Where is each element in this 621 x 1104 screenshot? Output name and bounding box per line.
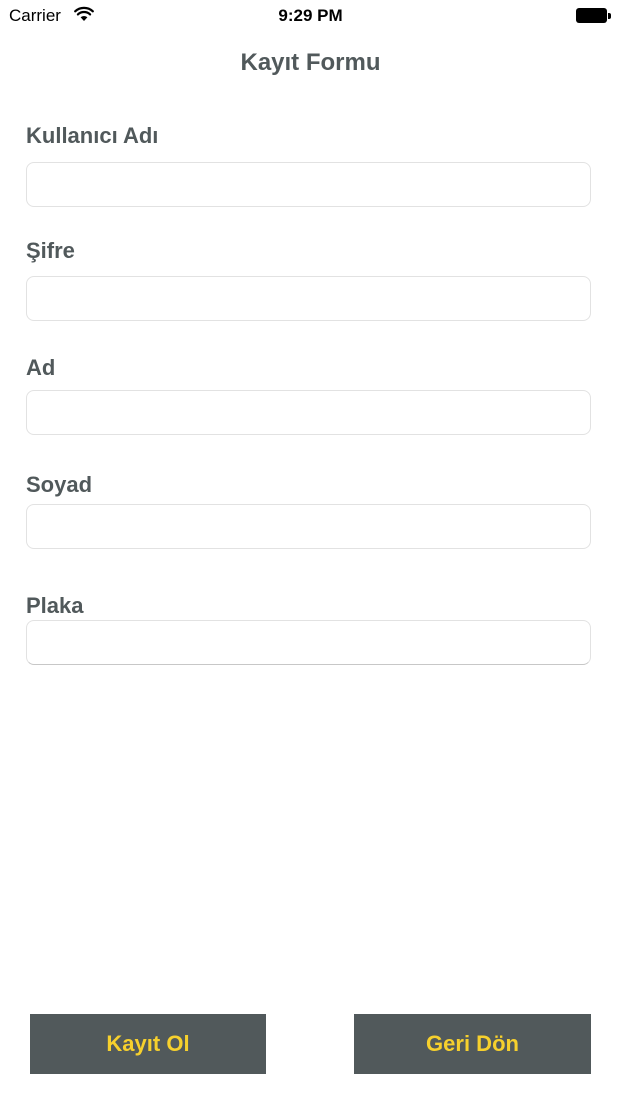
battery-icon <box>576 8 611 23</box>
plate-input[interactable] <box>26 620 591 665</box>
password-input[interactable] <box>26 276 591 321</box>
last-name-label: Soyad <box>26 472 93 497</box>
last-name-input[interactable] <box>26 504 591 549</box>
plate-label: Plaka <box>26 593 84 618</box>
username-input[interactable] <box>26 162 591 207</box>
first-name-input[interactable] <box>26 390 591 435</box>
password-label: Şifre <box>26 238 75 263</box>
status-time: 9:29 PM <box>278 6 343 25</box>
back-button[interactable]: Geri Dön <box>354 1014 591 1074</box>
page-title: Kayıt Formu <box>240 49 381 76</box>
username-label: Kullanıcı Adı <box>26 123 159 148</box>
first-name-label: Ad <box>26 355 56 380</box>
register-button[interactable]: Kayıt Ol <box>30 1014 266 1074</box>
status-bar: Carrier 9:29 PM <box>0 0 621 32</box>
